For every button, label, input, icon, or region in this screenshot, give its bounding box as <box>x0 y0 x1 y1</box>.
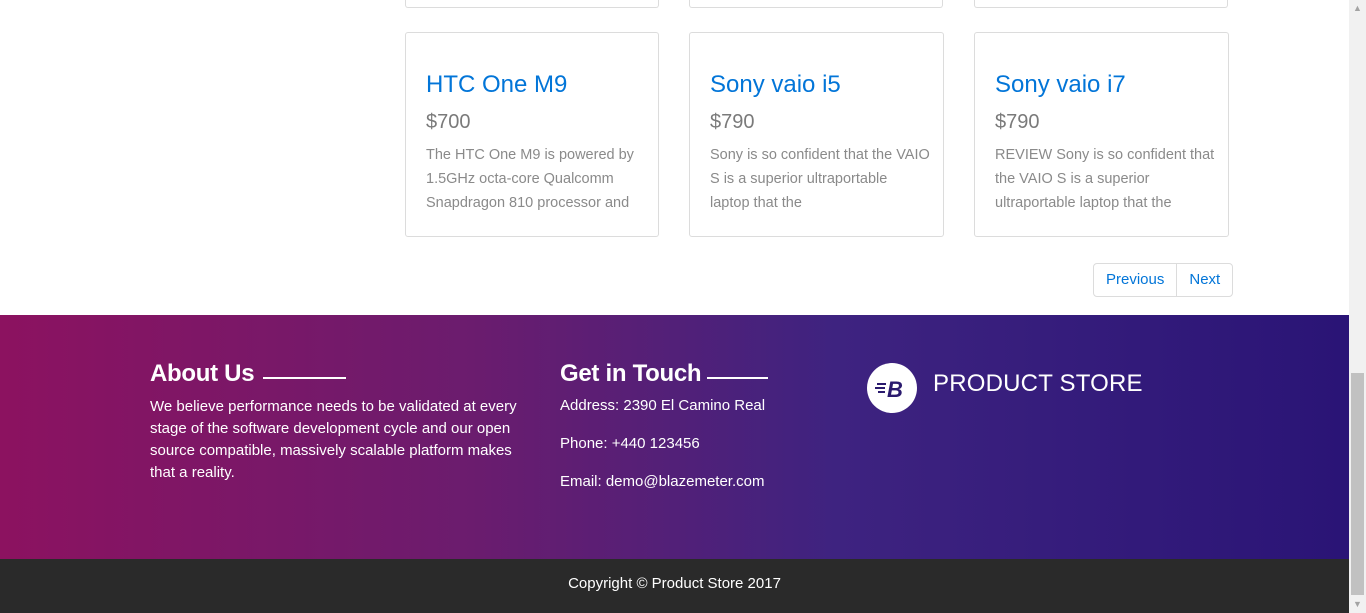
product-description: The HTC One M9 is powered by 1.5GHz octa… <box>426 147 634 211</box>
about-us-text: We believe performance needs to be valid… <box>150 398 517 481</box>
about-us-heading: About Us <box>150 360 255 387</box>
copyright-bar: Copyright © Product Store 2017 <box>0 559 1349 613</box>
scrollbar-thumb[interactable] <box>1351 373 1364 595</box>
product-card-previous-row <box>974 0 1228 8</box>
product-title-link[interactable]: Sony vaio i5 <box>710 71 841 99</box>
scroll-down-arrow-icon[interactable]: ▼ <box>1349 596 1366 613</box>
previous-button[interactable]: Previous <box>1094 264 1178 296</box>
contact-phone: Phone: +440 123456 <box>560 435 700 452</box>
product-card-previous-row <box>405 0 659 8</box>
product-description: Sony is so confident that the VAIO S is … <box>710 147 930 211</box>
contact-email: Email: demo@blazemeter.com <box>560 473 765 490</box>
product-card-previous-row <box>689 0 943 8</box>
contact-address: Address: 2390 El Camino Real <box>560 397 766 414</box>
get-in-touch-heading: Get in Touch <box>560 360 702 387</box>
product-price: $790 <box>710 111 755 133</box>
product-description: REVIEW Sony is so confident that the VAI… <box>995 147 1215 211</box>
product-price: $790 <box>995 111 1040 133</box>
copyright-text: Copyright © Product Store 2017 <box>568 575 781 592</box>
product-card: Sony vaio i7 $790 REVIEW Sony is so conf… <box>974 32 1229 237</box>
get-in-touch-divider <box>707 377 768 379</box>
next-button[interactable]: Next <box>1177 264 1233 296</box>
blazemeter-logo-icon: B <box>867 363 917 413</box>
svg-text:B: B <box>887 377 903 401</box>
brand-name: PRODUCT STORE <box>933 370 1143 397</box>
product-card: HTC One M9 $700 The HTC One M9 is powere… <box>405 32 659 237</box>
pagination: Previous Next <box>1093 263 1234 297</box>
product-price: $700 <box>426 111 471 133</box>
product-card: Sony vaio i5 $790 Sony is so confident t… <box>689 32 944 237</box>
product-title-link[interactable]: Sony vaio i7 <box>995 71 1126 99</box>
footer: About Us We believe performance needs to… <box>0 315 1349 559</box>
page: HTC One M9 $700 The HTC One M9 is powere… <box>0 0 1349 613</box>
product-title-link[interactable]: HTC One M9 <box>426 71 567 99</box>
about-us-divider <box>263 377 346 379</box>
scroll-up-arrow-icon[interactable]: ▲ <box>1349 0 1366 17</box>
